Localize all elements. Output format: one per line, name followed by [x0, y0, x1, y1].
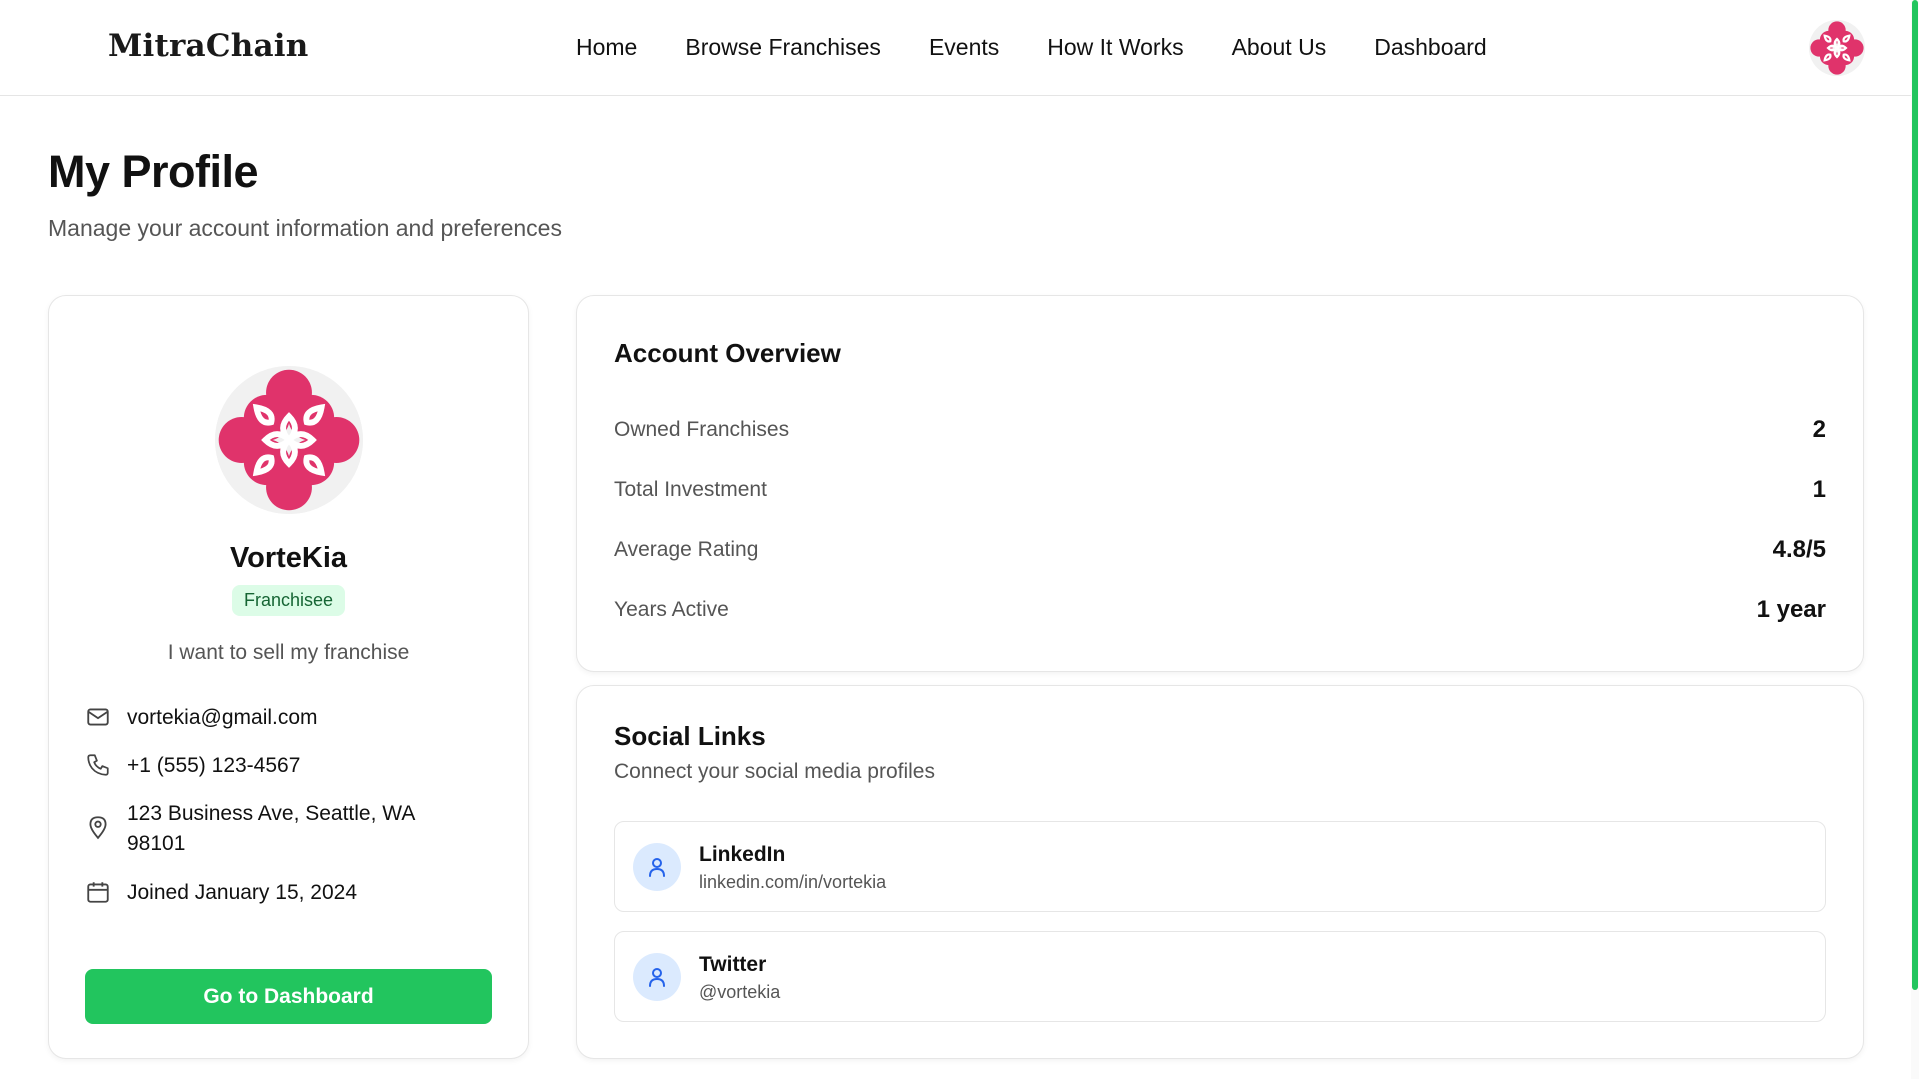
nav-about-us[interactable]: About Us: [1232, 34, 1327, 61]
user-avatar-button[interactable]: [1809, 20, 1865, 76]
top-navbar: MitraChain Home Browse Franchises Events…: [0, 0, 1919, 96]
social-link-handle: @vortekia: [699, 982, 781, 1002]
stat-value: 1 year: [1756, 596, 1826, 623]
nav-dashboard[interactable]: Dashboard: [1374, 34, 1487, 61]
nav-home[interactable]: Home: [576, 34, 637, 61]
stat-row: Average Rating 4.8/5: [614, 536, 1826, 564]
role-badge: Franchisee: [231, 585, 346, 616]
stat-row: Total Investment 1: [614, 476, 1826, 504]
email-value: vortekia@gmail.com: [127, 706, 318, 729]
account-overview-card: Account Overview Owned Franchises 2 Tota…: [576, 295, 1864, 672]
phone-value: +1 (555) 123-4567: [127, 754, 301, 777]
stat-value: 4.8/5: [1772, 536, 1826, 563]
brand-logo[interactable]: MitraChain: [108, 28, 308, 64]
social-link-linkedin[interactable]: LinkedIn linkedin.com/in/vortekia: [614, 821, 1826, 912]
phone-icon: [87, 754, 109, 776]
mail-icon: [87, 708, 109, 726]
phone-row: +1 (555) 123-4567: [85, 751, 457, 781]
nav-browse-franchises[interactable]: Browse Franchises: [685, 34, 881, 61]
stat-value: 2: [1812, 416, 1826, 443]
address-row: 123 Business Ave, Seattle, WA 98101: [85, 799, 457, 859]
stat-row: Years Active 1 year: [614, 596, 1826, 624]
social-links-card: Social Links Connect your social media p…: [576, 685, 1864, 1059]
profile-avatar: [215, 366, 363, 514]
profile-name: VorteKia: [229, 542, 348, 574]
stat-label: Average Rating: [614, 538, 759, 561]
stat-label: Total Investment: [614, 478, 767, 501]
joined-row: Joined January 15, 2024: [85, 878, 457, 908]
nav-events[interactable]: Events: [929, 34, 999, 61]
flower-logo-icon: [215, 366, 363, 514]
profile-bio: I want to sell my franchise: [167, 641, 410, 664]
page-title: My Profile: [48, 146, 259, 197]
stat-value: 1: [1812, 476, 1826, 503]
stat-row: Owned Franchises 2: [614, 416, 1826, 444]
stat-label: Owned Franchises: [614, 418, 790, 441]
overview-title: Account Overview: [614, 338, 841, 368]
address-value: 123 Business Ave, Seattle, WA 98101: [127, 802, 415, 855]
nav-how-it-works[interactable]: How It Works: [1047, 34, 1183, 61]
main-nav: Home Browse Franchises Events How It Wor…: [576, 34, 1535, 61]
joined-value: Joined January 15, 2024: [127, 881, 358, 904]
email-row: vortekia@gmail.com: [85, 703, 457, 733]
page-subtitle: Manage your account information and pref…: [48, 215, 562, 241]
social-link-name: LinkedIn: [699, 843, 786, 866]
go-to-dashboard-button[interactable]: Go to Dashboard: [85, 969, 492, 1024]
stat-label: Years Active: [614, 598, 729, 621]
scrollbar[interactable]: [1911, 0, 1919, 1079]
social-link-handle: linkedin.com/in/vortekia: [699, 872, 887, 892]
social-title: Social Links: [614, 721, 766, 751]
social-link-twitter[interactable]: Twitter @vortekia: [614, 931, 1826, 1022]
profile-card: VorteKia Franchisee I want to sell my fr…: [48, 295, 529, 1059]
map-pin-icon: [89, 816, 107, 840]
user-icon: [633, 953, 681, 1001]
social-link-name: Twitter: [699, 953, 767, 976]
social-subtitle: Connect your social media profiles: [614, 760, 935, 783]
scrollbar-thumb[interactable]: [1912, 0, 1918, 990]
flower-logo-icon: [1809, 20, 1865, 76]
calendar-icon: [87, 882, 109, 903]
user-icon: [633, 843, 681, 891]
